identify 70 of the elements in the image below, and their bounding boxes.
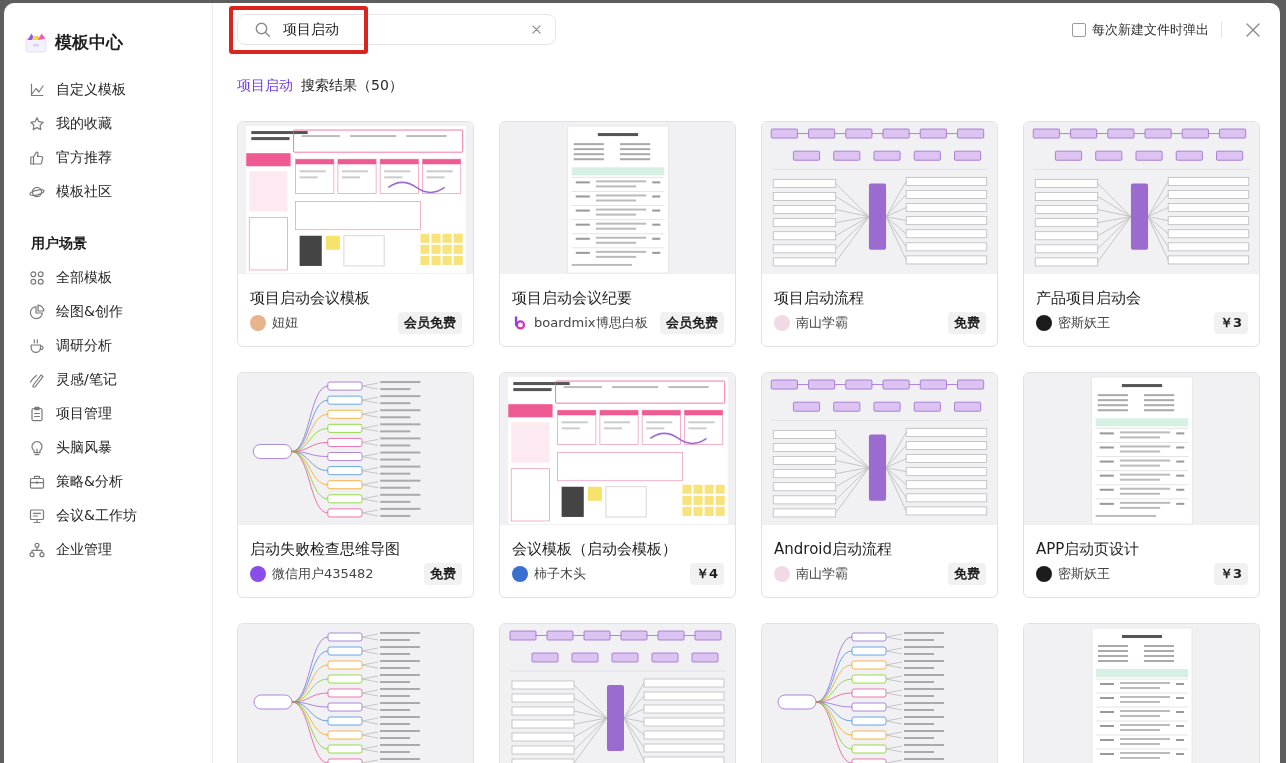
sidebar-item[interactable]: 策略&分析: [25, 465, 201, 499]
template-card[interactable]: 启动失败检查思维导图 微信用户435482 免费: [237, 372, 474, 598]
sidebar-item[interactable]: 企业管理: [25, 533, 201, 567]
template-card[interactable]: 项目启动流程 南山学霸 免费: [761, 121, 998, 347]
clipboard-icon: [29, 406, 45, 422]
lightbulb-icon: [29, 440, 45, 456]
sidebar-item[interactable]: 调研分析: [25, 329, 201, 363]
star-icon: [29, 116, 45, 132]
author-name: boardmix博思白板: [534, 314, 648, 332]
template-title: 会议模板（启动会模板）: [512, 539, 678, 559]
logo-icon: [513, 316, 527, 330]
price-badge: 免费: [948, 312, 986, 334]
search-keyword: 项目启动: [237, 77, 293, 93]
author-name: 密斯妖王: [1058, 314, 1110, 332]
price-badge: ￥3: [1213, 563, 1248, 585]
sidebar-item[interactable]: 灵感/笔记: [25, 363, 201, 397]
template-card[interactable]: 项目启动会议纪要 boardmix博思白板 会员免费: [499, 121, 736, 347]
chart-icon: [29, 82, 45, 98]
price-badge: ￥4: [689, 563, 724, 585]
app-logo-icon: [25, 31, 47, 53]
close-icon[interactable]: [1246, 22, 1260, 37]
planet-icon: [29, 184, 45, 200]
sidebar-item[interactable]: 项目管理: [25, 397, 201, 431]
sidebar-item[interactable]: 官方推荐: [25, 141, 201, 175]
price-badge: 会员免费: [660, 312, 724, 334]
briefcase-icon: [29, 474, 45, 490]
thumbs-up-icon: [29, 150, 45, 166]
template-title: 项目启动会议纪要: [512, 288, 633, 308]
cup-icon: [29, 338, 45, 354]
sidebar-item[interactable]: 全部模板: [25, 261, 201, 295]
presentation-icon: [29, 508, 45, 524]
author-name: 密斯妖王: [1058, 565, 1110, 583]
author-name: 柿子木头: [534, 565, 586, 583]
template-card[interactable]: Android启动流程 南山学霸 免费: [761, 372, 998, 598]
org-chart-icon: [29, 542, 45, 558]
result-count-label: 搜索结果（50）: [301, 77, 403, 93]
template-title: Android启动流程: [774, 539, 893, 559]
grid-icon: [29, 270, 45, 286]
author-name: 微信用户435482: [272, 565, 374, 583]
price-badge: 免费: [424, 563, 462, 585]
sidebar-item[interactable]: 头脑风暴: [25, 431, 201, 465]
sidebar-item[interactable]: 自定义模板: [25, 73, 201, 107]
template-card[interactable]: APP启动页设计 密斯妖王 ￥3: [1023, 372, 1260, 598]
author-name: 南山学霸: [796, 565, 848, 583]
template-title: 启动失败检查思维导图: [250, 539, 401, 559]
sidebar-item[interactable]: 模板社区: [25, 175, 201, 209]
template-title: 项目启动流程: [774, 288, 865, 308]
search-icon: [255, 22, 270, 37]
author-name: 妞妞: [272, 314, 298, 332]
search-field[interactable]: 项目启动: [237, 14, 556, 45]
price-badge: ￥3: [1213, 312, 1248, 334]
checkbox[interactable]: [1072, 22, 1086, 37]
template-title: APP启动页设计: [1036, 539, 1141, 559]
author-name: 南山学霸: [796, 314, 848, 332]
section-title: 用户场景: [31, 234, 88, 253]
sidebar-item[interactable]: 绘图&创作: [25, 295, 201, 329]
clear-icon[interactable]: [532, 25, 541, 34]
pen-icon: [29, 372, 45, 388]
template-card[interactable]: 会议模板（启动会模板） 柿子木头 ￥4: [499, 372, 736, 598]
price-badge: 免费: [948, 563, 986, 585]
sidebar-item[interactable]: 会议&工作坊: [25, 499, 201, 533]
pie-chart-icon: [29, 304, 45, 320]
sidebar-item[interactable]: 我的收藏: [25, 107, 201, 141]
app-title: 模板中心: [55, 31, 123, 54]
template-title: 产品项目启动会: [1036, 288, 1142, 308]
checkbox-label[interactable]: 每次新建文件时弹出: [1092, 21, 1209, 38]
template-title: 项目启动会议模板: [250, 288, 371, 308]
template-card[interactable]: 产品项目启动会 密斯妖王 ￥3: [1023, 121, 1260, 347]
template-card[interactable]: 项目启动会议模板 妞妞 会员免费: [237, 121, 474, 347]
price-badge: 会员免费: [398, 312, 462, 334]
